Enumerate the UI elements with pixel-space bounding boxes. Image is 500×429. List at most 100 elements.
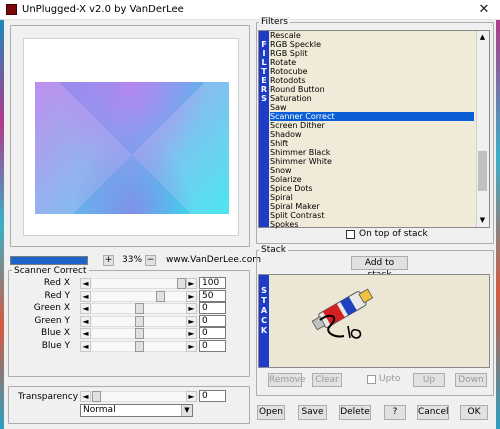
- up-button[interactable]: Up: [413, 373, 445, 387]
- red-y-decrease-arrow[interactable]: ◄: [80, 291, 91, 302]
- green-x-value-input[interactable]: 0: [199, 302, 226, 314]
- green-y-value-input[interactable]: 0: [199, 315, 226, 327]
- blue-x-label: Blue X: [41, 328, 70, 338]
- stack-strip-letter: T: [261, 296, 267, 305]
- help-button[interactable]: ?: [384, 405, 406, 420]
- filter-item[interactable]: Snow: [270, 166, 474, 175]
- upto-checkbox[interactable]: [367, 375, 376, 384]
- ok-button[interactable]: OK: [460, 405, 488, 420]
- clear-button[interactable]: Clear: [312, 373, 342, 387]
- filter-item[interactable]: Spiral: [270, 193, 474, 202]
- filter-item[interactable]: Shadow: [270, 130, 474, 139]
- open-button[interactable]: Open: [257, 405, 285, 420]
- transparency-label: Transparency: [18, 392, 79, 402]
- filter-item[interactable]: Screen Dither: [270, 121, 474, 130]
- preview-canvas[interactable]: [23, 38, 239, 236]
- red-x-value-input[interactable]: 100: [199, 277, 226, 289]
- filter-item[interactable]: Saw: [270, 103, 474, 112]
- green-y-label: Green Y: [34, 316, 70, 326]
- filter-item[interactable]: Rotocube: [270, 67, 474, 76]
- filter-item[interactable]: Saturation: [270, 94, 474, 103]
- filters-scrollbar[interactable]: [476, 31, 489, 227]
- transparency-slider-track[interactable]: [92, 391, 186, 402]
- upto-label: Upto: [379, 374, 401, 384]
- red-y-slider-track[interactable]: [92, 291, 186, 302]
- filter-item[interactable]: Rotate: [270, 58, 474, 67]
- green-y-decrease-arrow[interactable]: ◄: [80, 316, 91, 327]
- filter-item[interactable]: Shimmer White: [270, 157, 474, 166]
- red-y-value-input[interactable]: 50: [199, 290, 226, 302]
- blue-x-value-input[interactable]: 0: [199, 327, 226, 339]
- filter-item[interactable]: Round Button: [270, 85, 474, 94]
- red-y-label: Red Y: [44, 291, 70, 301]
- filter-item[interactable]: Spiral Maker: [270, 202, 474, 211]
- transparency-decrease-arrow[interactable]: ◄: [80, 391, 91, 402]
- stack-title: Stack: [259, 245, 288, 255]
- transparency-value-input[interactable]: 0: [199, 390, 226, 402]
- preview-panel: [10, 25, 250, 247]
- website-link[interactable]: www.VanDerLee.com: [166, 255, 261, 265]
- down-button[interactable]: Down: [455, 373, 487, 387]
- scroll-down-icon[interactable]: ▼: [477, 215, 488, 226]
- filter-item[interactable]: Rotodots: [270, 76, 474, 85]
- blue-x-increase-arrow[interactable]: ►: [186, 328, 197, 339]
- blue-y-slider-thumb[interactable]: [135, 341, 144, 352]
- delete-button[interactable]: Delete: [339, 405, 371, 420]
- scrollbar-thumb[interactable]: [478, 151, 487, 191]
- filter-item[interactable]: Shimmer Black: [270, 148, 474, 157]
- red-x-slider-track[interactable]: [92, 278, 186, 289]
- filter-item[interactable]: Spice Dots: [270, 184, 474, 193]
- zoom-in-button[interactable]: +: [103, 255, 114, 266]
- filter-item[interactable]: RGB Speckle: [270, 40, 474, 49]
- blue-y-value-input[interactable]: 0: [199, 340, 226, 352]
- filter-item[interactable]: Rescale: [270, 31, 474, 40]
- filters-strip-letter: T: [261, 67, 267, 76]
- green-x-increase-arrow[interactable]: ►: [186, 303, 197, 314]
- chevron-down-icon[interactable]: ▼: [181, 405, 192, 416]
- zoom-out-button[interactable]: −: [145, 255, 156, 266]
- red-x-decrease-arrow[interactable]: ◄: [80, 278, 91, 289]
- filter-item[interactable]: Spokes: [270, 220, 474, 229]
- background-edge-left: [0, 20, 4, 429]
- transparency-slider-thumb[interactable]: [92, 391, 101, 402]
- filters-strip-letter: L: [261, 58, 267, 67]
- blend-mode-select[interactable]: Normal: [80, 404, 193, 417]
- filters-strip-letter: F: [261, 40, 267, 49]
- on-top-of-stack-checkbox[interactable]: [346, 230, 355, 239]
- blue-x-decrease-arrow[interactable]: ◄: [80, 328, 91, 339]
- green-x-slider-thumb[interactable]: [135, 303, 144, 314]
- filters-strip-letter: E: [261, 76, 267, 85]
- remove-button[interactable]: Remove: [268, 373, 306, 387]
- close-button[interactable]: ✕: [468, 0, 500, 20]
- filters-strip-letter: I: [262, 49, 266, 58]
- blue-y-label: Blue Y: [41, 341, 70, 351]
- red-x-increase-arrow[interactable]: ►: [186, 278, 197, 289]
- red-x-label: Red X: [43, 278, 70, 288]
- green-y-slider-thumb[interactable]: [135, 316, 144, 327]
- filter-item[interactable]: Split Contrast: [270, 211, 474, 220]
- preview-image-glow: [35, 82, 229, 214]
- filter-item-selected[interactable]: Scanner Correct: [270, 112, 474, 121]
- filters-title: Filters: [259, 17, 290, 27]
- cancel-button[interactable]: Cancel: [417, 405, 449, 420]
- red-y-increase-arrow[interactable]: ►: [186, 291, 197, 302]
- blue-y-decrease-arrow[interactable]: ◄: [80, 341, 91, 352]
- red-x-slider-thumb[interactable]: [177, 278, 186, 289]
- save-button[interactable]: Save: [298, 405, 327, 420]
- blue-x-slider-thumb[interactable]: [135, 328, 144, 339]
- filter-item[interactable]: Solarize: [270, 175, 474, 184]
- zoom-level: 33%: [122, 255, 143, 265]
- green-x-decrease-arrow[interactable]: ◄: [80, 303, 91, 314]
- red-y-slider-thumb[interactable]: [156, 291, 165, 302]
- app-icon: [6, 4, 17, 15]
- add-to-stack-button[interactable]: Add to stack: [351, 256, 408, 280]
- filter-item[interactable]: Shift: [270, 139, 474, 148]
- green-y-increase-arrow[interactable]: ►: [186, 316, 197, 327]
- green-x-label: Green X: [33, 303, 70, 313]
- transparency-increase-arrow[interactable]: ►: [186, 391, 197, 402]
- window-title: UnPlugged-X v2.0 by VanDerLee: [22, 4, 184, 15]
- stack-strip-letter: C: [261, 316, 267, 325]
- scroll-up-icon[interactable]: ▲: [477, 32, 488, 43]
- blue-y-increase-arrow[interactable]: ►: [186, 341, 197, 352]
- filter-item[interactable]: RGB Split: [270, 49, 474, 58]
